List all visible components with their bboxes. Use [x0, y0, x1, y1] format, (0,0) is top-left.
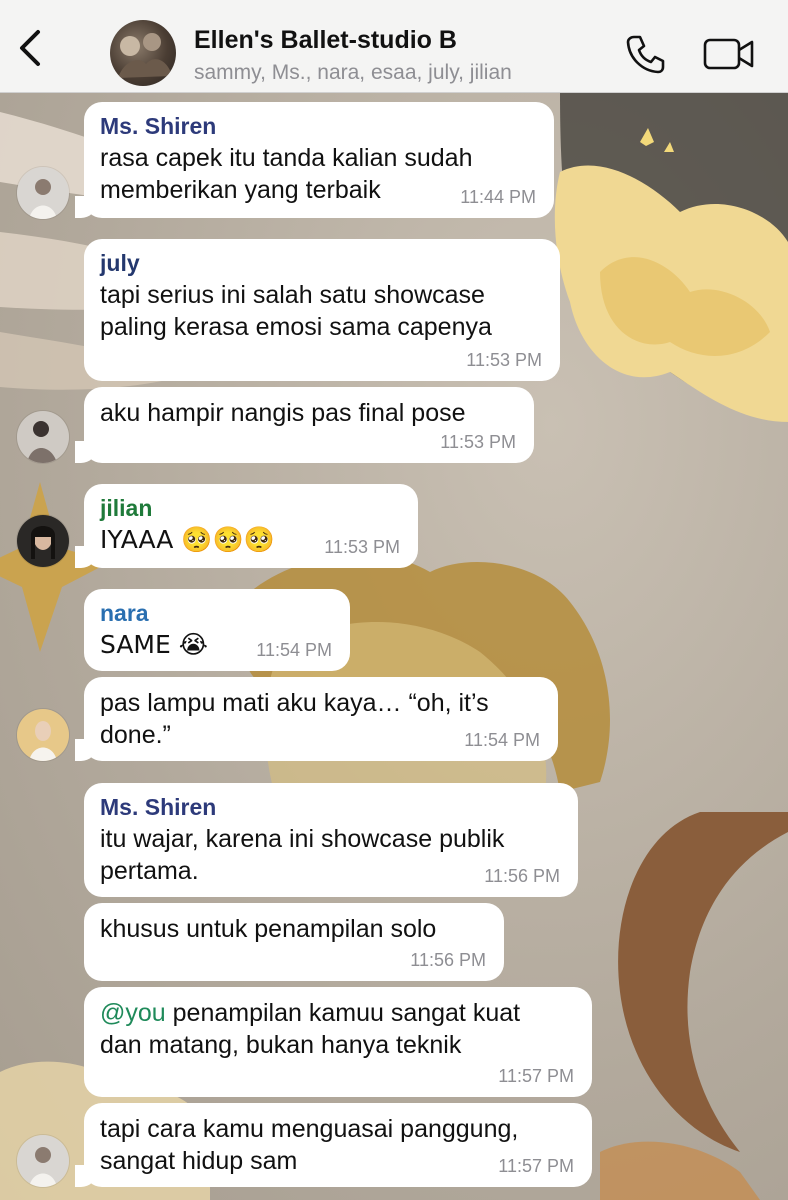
- message-bubble[interactable]: jilian IYAAA 🥺🥺🥺 11:53 PM: [75, 484, 418, 568]
- message-text: aku hampir nangis pas final pose: [100, 399, 466, 427]
- message-sender: jilian: [100, 495, 153, 521]
- message-time: 11:54 PM: [464, 730, 540, 750]
- message-bubble[interactable]: aku hampir nangis pas final pose 11:53 P…: [75, 387, 534, 463]
- back-button[interactable]: [14, 28, 48, 68]
- voice-call-button[interactable]: [624, 33, 666, 75]
- message-text: khusus untuk penampilan solo: [100, 915, 437, 943]
- message-time: 11:53 PM: [324, 537, 400, 557]
- message-bubble[interactable]: khusus untuk penampilan solo 11:56 PM: [84, 903, 504, 981]
- video-call-button[interactable]: [702, 36, 756, 72]
- chat-header: Ellen's Ballet-studio B sammy, Ms., nara…: [0, 0, 788, 93]
- message-time: 11:56 PM: [484, 866, 560, 886]
- message-time: 11:53 PM: [466, 350, 542, 370]
- message-bubble[interactable]: @you penampilan kamuu sangat kuat dan ma…: [84, 987, 592, 1097]
- message-time: 11:54 PM: [256, 640, 332, 660]
- message-bubble[interactable]: pas lampu mati aku kaya… “oh, it’s done.…: [75, 677, 558, 761]
- message-time: 11:57 PM: [498, 1066, 574, 1086]
- message-sender: Ms. Shiren: [100, 794, 217, 820]
- mention-link[interactable]: @you: [100, 999, 166, 1027]
- chevron-left-icon: [20, 30, 40, 66]
- message-time: 11:56 PM: [410, 950, 486, 970]
- message-text: tapi serius ini salah satu showcase pali…: [100, 281, 492, 341]
- group-members[interactable]: sammy, Ms., nara, esaa, july, jilian: [194, 61, 512, 85]
- phone-icon: [626, 35, 665, 74]
- message-bubble[interactable]: Ms. Shiren rasa capek itu tanda kalian s…: [75, 102, 554, 218]
- message-time: 11:57 PM: [498, 1156, 574, 1176]
- message-time: 11:53 PM: [440, 432, 516, 452]
- message-sender: july: [100, 250, 140, 276]
- message-time: 11:44 PM: [460, 187, 536, 207]
- video-camera-icon: [703, 38, 754, 70]
- message-bubble[interactable]: nara SAME 😭 11:54 PM: [84, 589, 350, 671]
- group-photo-icon: [118, 33, 172, 78]
- message-bubble[interactable]: Ms. Shiren itu wajar, karena ini showcas…: [84, 783, 578, 897]
- group-title[interactable]: Ellen's Ballet-studio B: [194, 26, 457, 55]
- group-avatar[interactable]: [110, 20, 176, 86]
- message-bubble[interactable]: tapi cara kamu menguasai panggung, sanga…: [75, 1103, 592, 1187]
- message-sender: Ms. Shiren: [100, 113, 217, 139]
- message-sender: nara: [100, 600, 149, 626]
- message-text: @you penampilan kamuu sangat kuat dan ma…: [100, 997, 576, 1061]
- message-bubble[interactable]: july tapi serius ini salah satu showcase…: [84, 239, 560, 381]
